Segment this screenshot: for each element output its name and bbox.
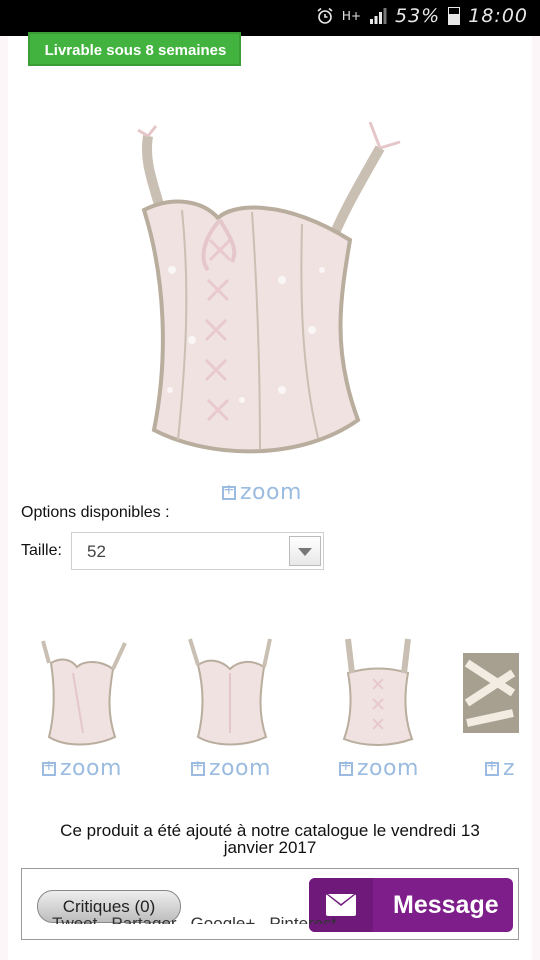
thumbnail-4-zoom[interactable]: z <box>485 756 515 781</box>
product-page: Livrable sous 8 semaines + zoom Options … <box>8 32 532 960</box>
chevron-down-icon[interactable] <box>289 536 321 566</box>
message-button[interactable]: Message <box>309 878 513 932</box>
zoom-label: zoom <box>357 756 419 781</box>
thumbnail-3[interactable] <box>318 633 438 751</box>
status-bar: H+ 53% 18:00 <box>0 0 540 36</box>
zoom-link[interactable]: zoom <box>222 480 302 505</box>
thumbnail-4[interactable] <box>463 633 519 751</box>
battery-percent: 53% <box>395 5 441 27</box>
size-label: Taille: <box>21 542 62 559</box>
main-product-image[interactable] <box>82 100 460 474</box>
envelope-icon <box>326 894 356 916</box>
zoom-label: zoom <box>240 480 302 505</box>
alarm-clock-icon <box>317 7 333 24</box>
thumbnail-1-zoom[interactable]: zoom <box>42 756 122 781</box>
thumbnail-1[interactable] <box>21 633 141 751</box>
delivery-badge: Livrable sous 8 semaines <box>28 32 241 66</box>
zoom-icon <box>222 482 236 500</box>
options-label: Options disponibles : <box>21 504 170 521</box>
thumbnail-2[interactable] <box>170 633 290 751</box>
zoom-label: zoom <box>209 756 271 781</box>
network-type: H+ <box>341 8 361 23</box>
thumbnail-2-zoom[interactable]: zoom <box>191 756 271 781</box>
zoom-icon <box>485 758 499 776</box>
zoom-icon <box>339 758 353 776</box>
share-partager[interactable]: Partager <box>111 914 176 924</box>
review-bar: Critiques (0) Message <box>21 868 519 940</box>
zoom-icon <box>191 758 205 776</box>
share-google[interactable]: Google+ <box>191 914 256 924</box>
share-tweet[interactable]: Tweet <box>52 914 97 924</box>
zoom-icon <box>42 758 56 776</box>
thumbnail-3-zoom[interactable]: zoom <box>339 756 419 781</box>
size-select[interactable]: 52 <box>71 532 324 570</box>
catalog-added-date: Ce produit a été ajouté à notre catalogu… <box>28 822 512 856</box>
catalog-line-1: Ce produit a été ajouté à notre catalogu… <box>60 821 480 840</box>
share-bar: Tweet Partager Google+ Pinterest <box>52 914 336 924</box>
battery-icon <box>448 7 461 25</box>
zoom-label: z <box>503 756 516 781</box>
signal-icon <box>370 8 387 24</box>
message-label: Message <box>393 891 499 919</box>
zoom-label: zoom <box>60 756 122 781</box>
clock: 18:00 <box>468 5 528 27</box>
size-value: 52 <box>87 542 106 561</box>
catalog-line-2: janvier 2017 <box>223 838 317 857</box>
share-pinterest[interactable]: Pinterest <box>269 914 336 924</box>
